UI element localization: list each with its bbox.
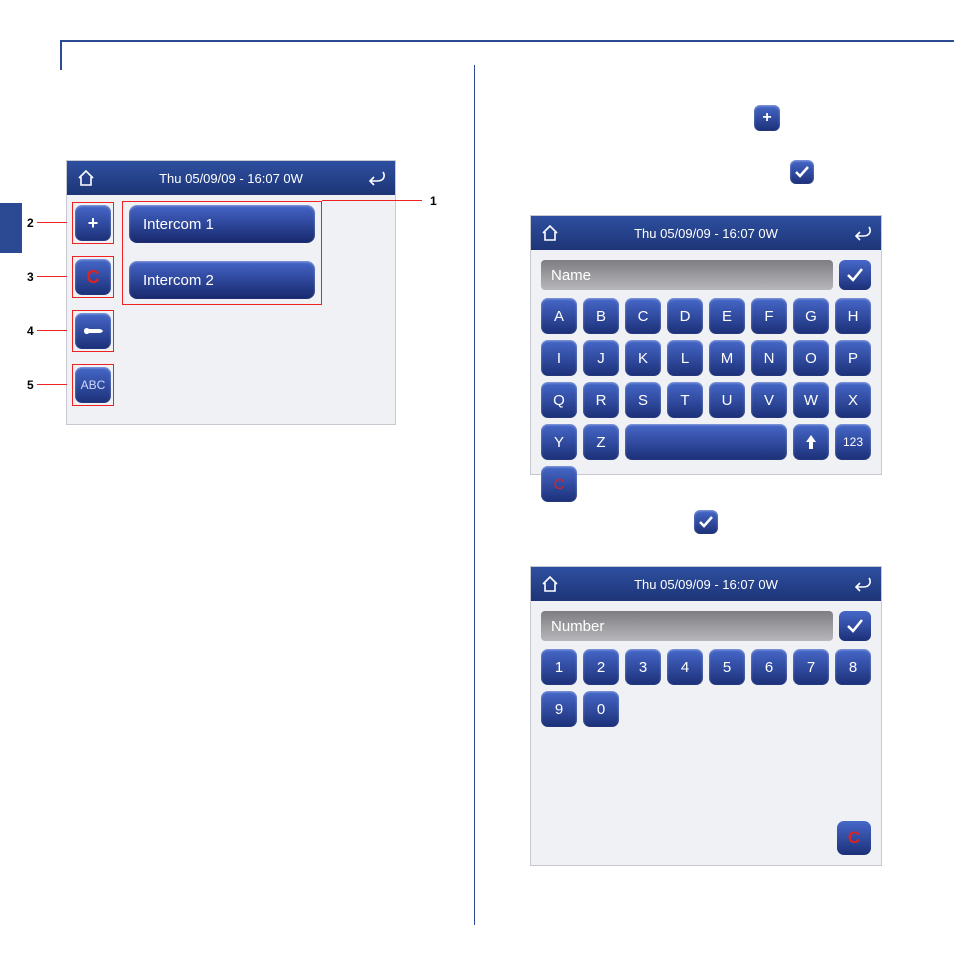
key-e[interactable]: E [709,298,745,334]
back-button[interactable] [357,161,395,195]
settings-button[interactable] [75,313,111,349]
key-i[interactable]: I [541,340,577,376]
numeric-keyboard: 1 2 3 4 5 6 7 8 9 0 [541,649,871,727]
key-y[interactable]: Y [541,424,577,460]
callout-number-4: 4 [27,324,34,338]
header-datetime: Thu 05/09/09 - 16:07 0W [105,171,357,186]
key-c[interactable]: C [625,298,661,334]
panel-header: Thu 05/09/09 - 16:07 0W [531,567,881,601]
add-button[interactable]: + [75,205,111,241]
key-d[interactable]: D [667,298,703,334]
panel-header: Thu 05/09/09 - 16:07 0W [531,216,881,250]
page-top-border [60,40,954,42]
callout-line-5 [37,384,67,385]
callout-line-4 [37,330,67,331]
numeric-keyboard-panel: Thu 05/09/09 - 16:07 0W Number 1 2 3 4 5… [530,566,882,866]
callout-line-3 [37,276,67,277]
home-button[interactable] [67,161,105,195]
key-x[interactable]: X [835,382,871,418]
key-h[interactable]: H [835,298,871,334]
alpha-keyboard: A B C D E F G H I J K L M N O P Q R S T … [541,298,871,502]
name-input[interactable]: Name [541,260,833,290]
panel-header: Thu 05/09/09 - 16:07 0W [67,161,395,195]
header-datetime: Thu 05/09/09 - 16:07 0W [569,226,843,241]
key-n[interactable]: N [751,340,787,376]
key-3[interactable]: 3 [625,649,661,685]
back-button[interactable] [843,567,881,601]
callout-number-1: 1 [430,194,437,208]
home-button[interactable] [531,216,569,250]
back-button[interactable] [843,216,881,250]
clear-button[interactable]: C [75,259,111,295]
key-k[interactable]: K [625,340,661,376]
key-v[interactable]: V [751,382,787,418]
key-o[interactable]: O [793,340,829,376]
key-t[interactable]: T [667,382,703,418]
shift-arrow-icon [804,433,818,451]
key-2[interactable]: 2 [583,649,619,685]
key-s[interactable]: S [625,382,661,418]
key-0[interactable]: 0 [583,691,619,727]
key-p[interactable]: P [835,340,871,376]
callout-line-2 [37,222,67,223]
key-r[interactable]: R [583,382,619,418]
abc-button[interactable]: ABC [75,367,111,403]
intercom-1-button[interactable]: Intercom 1 [129,205,315,243]
alpha-keyboard-panel: Thu 05/09/09 - 16:07 0W Name A B C D E F… [530,215,882,475]
key-6[interactable]: 6 [751,649,787,685]
key-5[interactable]: 5 [709,649,745,685]
add-icon-floating[interactable]: + [754,105,780,131]
confirm-button[interactable] [839,260,871,290]
key-space[interactable] [625,424,787,460]
key-b[interactable]: B [583,298,619,334]
callout-line-1 [322,200,422,201]
key-clear[interactable]: C [541,466,577,502]
key-u[interactable]: U [709,382,745,418]
key-g[interactable]: G [793,298,829,334]
clear-button[interactable]: C [837,821,871,855]
key-l[interactable]: L [667,340,703,376]
key-j[interactable]: J [583,340,619,376]
confirm-icon-floating-2[interactable] [694,510,718,534]
key-7[interactable]: 7 [793,649,829,685]
callout-number-5: 5 [27,378,34,392]
confirm-button[interactable] [839,611,871,641]
key-w[interactable]: W [793,382,829,418]
key-4[interactable]: 4 [667,649,703,685]
side-button-column: + C ABC [75,205,111,403]
confirm-icon-floating-1[interactable] [790,160,814,184]
key-q[interactable]: Q [541,382,577,418]
wrench-icon [81,324,105,338]
key-1[interactable]: 1 [541,649,577,685]
key-m[interactable]: M [709,340,745,376]
intercom-2-button[interactable]: Intercom 2 [129,261,315,299]
number-input[interactable]: Number [541,611,833,641]
center-divider [474,65,475,925]
page-edge-tab [0,203,22,253]
key-f[interactable]: F [751,298,787,334]
key-shift[interactable] [793,424,829,460]
key-123[interactable]: 123 [835,424,871,460]
key-8[interactable]: 8 [835,649,871,685]
page-top-border-vert [60,40,62,70]
key-9[interactable]: 9 [541,691,577,727]
key-a[interactable]: A [541,298,577,334]
callout-number-3: 3 [27,270,34,284]
home-button[interactable] [531,567,569,601]
key-z[interactable]: Z [583,424,619,460]
header-datetime: Thu 05/09/09 - 16:07 0W [569,577,843,592]
callout-number-2: 2 [27,216,34,230]
